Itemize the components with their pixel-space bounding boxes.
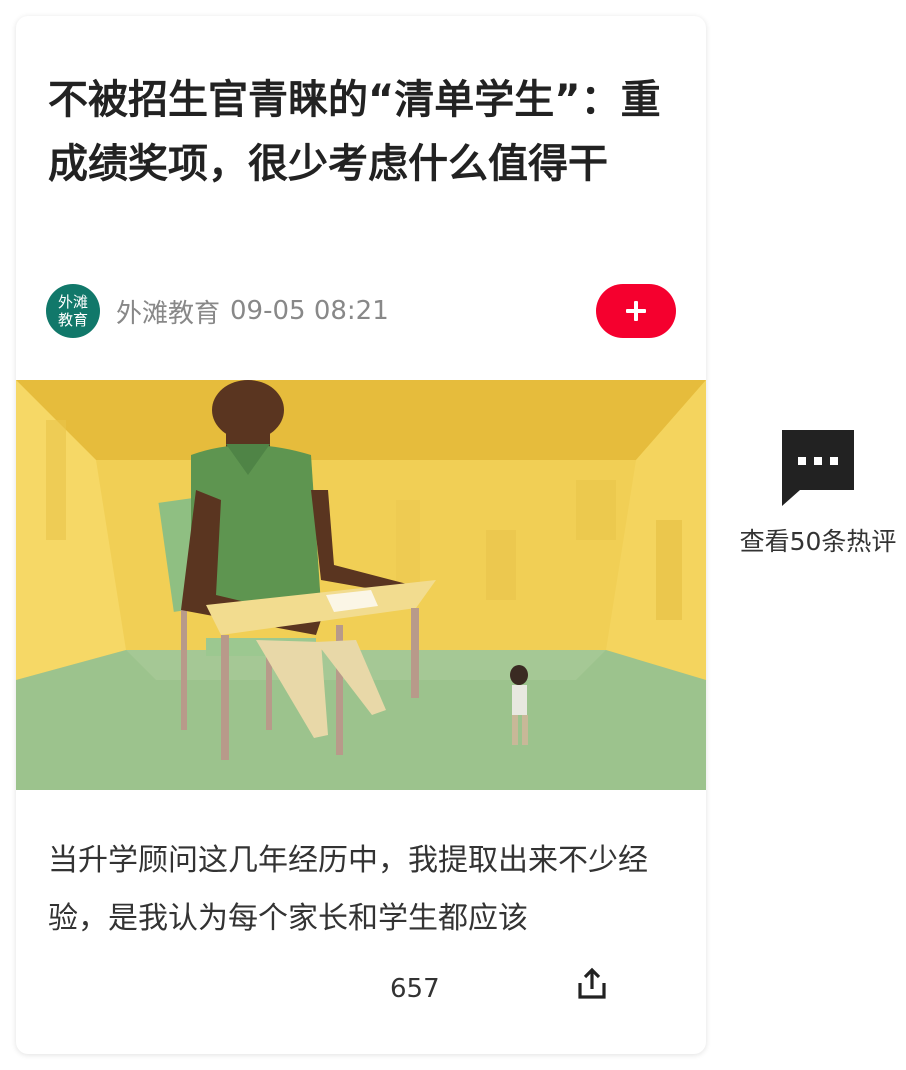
article-meta: 外滩教育 外滩教育 09-05 08:21 xyxy=(46,284,389,338)
comment-bubble-icon xyxy=(782,430,854,506)
hot-comments-button[interactable]: 查看50条热评 xyxy=(730,430,906,558)
plus-icon xyxy=(626,301,646,321)
article-card[interactable]: 不被招生官青睐的“清单学生”：重成绩奖项，很少考虑什么值得干 外滩教育 外滩教育… xyxy=(16,16,706,1054)
article-image[interactable] xyxy=(16,380,706,790)
share-icon xyxy=(578,967,606,999)
follow-button[interactable] xyxy=(596,284,676,338)
source-avatar[interactable]: 外滩教育 xyxy=(46,284,100,338)
share-button[interactable] xyxy=(572,964,612,1004)
article-title[interactable]: 不被招生官青睐的“清单学生”：重成绩奖项，很少考虑什么值得干 xyxy=(48,68,678,196)
read-count: 657 xyxy=(390,974,440,1004)
hot-comments-label: 查看50条热评 xyxy=(739,527,897,556)
article-summary[interactable]: 当升学顾问这几年经历中，我提取出来不少经验，是我认为每个家长和学生都应该 xyxy=(48,832,678,948)
source-name[interactable]: 外滩教育 xyxy=(116,293,220,330)
source-avatar-text: 外滩教育 xyxy=(57,293,88,329)
publish-time: 09-05 08:21 xyxy=(230,296,389,326)
